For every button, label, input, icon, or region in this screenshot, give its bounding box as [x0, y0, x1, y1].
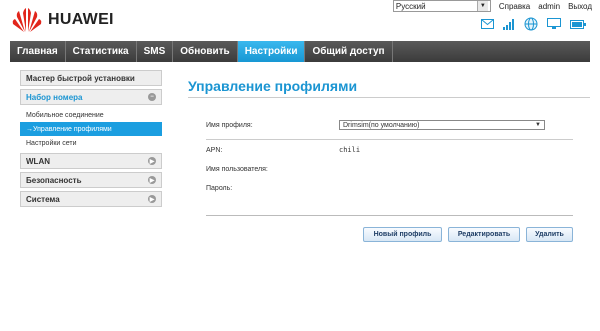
sidebar-item-label: WLAN: [26, 156, 50, 166]
signal-icon: [503, 18, 515, 30]
nav-sms[interactable]: SMS: [137, 41, 174, 62]
user-name: admin: [538, 1, 561, 11]
mail-icon[interactable]: [481, 19, 494, 29]
nav-sharing[interactable]: Общий доступ: [305, 41, 393, 62]
sidebar-item-security[interactable]: Безопасность ▶: [20, 172, 162, 188]
sidebar-item-dialup[interactable]: Набор номера −: [20, 89, 162, 105]
divider: [206, 139, 573, 140]
profile-select-value: Drimsim(по умолчанию): [343, 121, 420, 129]
sidebar-subitem-network-settings[interactable]: Настройки сети: [20, 136, 162, 150]
monitor-icon: [547, 18, 561, 30]
profile-select[interactable]: Drimsim(по умолчанию) ▼: [339, 120, 545, 130]
expand-icon: ▶: [148, 157, 156, 165]
apn-label: APN:: [206, 147, 223, 154]
sidebar: Мастер быстрой установки Набор номера − …: [20, 70, 162, 210]
help-link[interactable]: Справка: [499, 2, 530, 11]
username-label: Имя пользователя:: [206, 166, 268, 173]
chevron-down-icon: ▼: [535, 122, 541, 128]
collapse-icon: −: [148, 93, 156, 101]
battery-icon: [570, 19, 586, 29]
huawei-logo: HUAWEI: [12, 7, 114, 33]
sidebar-item-label: Система: [26, 194, 60, 204]
sidebar-item-label: Безопасность: [26, 175, 82, 185]
password-label: Пароль:: [206, 185, 233, 192]
apn-value: chili: [339, 146, 361, 154]
chevron-down-icon: ▼: [476, 1, 488, 11]
delete-button[interactable]: Удалить: [526, 227, 573, 242]
edit-button[interactable]: Редактировать: [448, 227, 520, 242]
sidebar-item-label: Набор номера: [26, 92, 83, 102]
page-title: Управление профилями: [188, 78, 358, 94]
sidebar-item-wizard[interactable]: Мастер быстрой установки: [20, 70, 162, 86]
brand-name: HUAWEI: [48, 11, 114, 28]
title-divider: [188, 97, 590, 98]
logout-link[interactable]: Выход: [568, 2, 592, 11]
sidebar-item-label: Мастер быстрой установки: [26, 73, 135, 83]
nav-home[interactable]: Главная: [10, 41, 66, 62]
sidebar-subitem-mobile-connection[interactable]: Мобильное соединение: [20, 108, 162, 122]
profile-name-label: Имя профиля:: [206, 122, 253, 129]
sidebar-item-system[interactable]: Система ▶: [20, 191, 162, 207]
top-links: Русский ▼ Справка admin Выход: [392, 0, 592, 12]
globe-icon: [524, 17, 538, 31]
nav-settings[interactable]: Настройки: [237, 41, 306, 62]
divider: [206, 215, 573, 216]
sidebar-item-wlan[interactable]: WLAN ▶: [20, 153, 162, 169]
new-profile-button[interactable]: Новый профиль: [363, 227, 442, 242]
expand-icon: ▶: [148, 195, 156, 203]
expand-icon: ▶: [148, 176, 156, 184]
language-value: Русский: [395, 1, 426, 11]
status-icons: [481, 17, 586, 31]
huawei-petal-icon: [12, 7, 42, 33]
language-select[interactable]: Русский ▼: [392, 0, 491, 12]
nav-update[interactable]: Обновить: [173, 41, 238, 62]
sidebar-subitem-profile-management[interactable]: →Управление профилями: [20, 122, 162, 136]
main-nav: Главная Статистика SMS Обновить Настройк…: [10, 41, 590, 62]
nav-statistics[interactable]: Статистика: [66, 41, 137, 62]
